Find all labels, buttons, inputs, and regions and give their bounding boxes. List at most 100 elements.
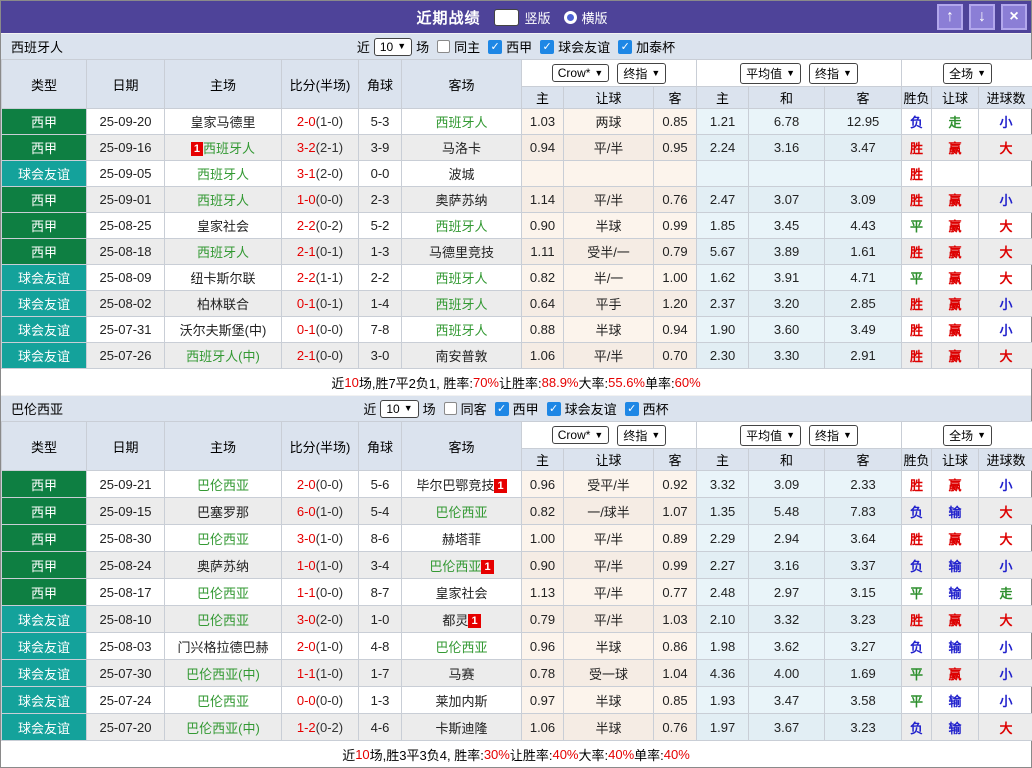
home-team-cell[interactable]: 巴伦西亚(中) [165, 660, 282, 687]
home-team-cell[interactable]: 巴伦西亚 [165, 579, 282, 606]
away-team-cell[interactable]: 都灵1 [402, 606, 522, 633]
horizontal-layout-radio[interactable] [564, 11, 577, 24]
avg-draw: 3.47 [749, 687, 825, 714]
odds-handicap [564, 161, 654, 187]
checkbox-checked[interactable]: ✓ [488, 40, 502, 54]
checkbox-unchecked[interactable] [437, 40, 450, 53]
away-team-cell[interactable]: 巴伦西亚1 [402, 552, 522, 579]
away-team-cell[interactable]: 巴伦西亚 [402, 498, 522, 525]
average-final-select[interactable]: 终指▼ [809, 425, 858, 446]
team-name: 巴伦西亚 [197, 478, 249, 493]
away-team-cell[interactable]: 奥萨苏纳 [402, 187, 522, 213]
filters-bar: 近 10▼ 场 同客✓西甲✓球会友谊✓西杯 [363, 399, 668, 418]
home-team-cell[interactable]: 巴伦西亚 [165, 471, 282, 498]
home-team-cell[interactable]: 纽卡斯尔联 [165, 265, 282, 291]
corner-cell: 3-0 [359, 343, 402, 369]
score-cell: 3-1(2-0) [282, 161, 359, 187]
bookmaker-select[interactable]: Crow*▼ [552, 426, 610, 444]
away-team-cell[interactable]: 西班牙人 [402, 291, 522, 317]
filter-label: 西甲 [513, 399, 539, 418]
filter-label: 同客 [461, 399, 487, 418]
team-name: 南安普敦 [435, 349, 487, 364]
away-team-cell[interactable]: 南安普敦 [402, 343, 522, 369]
col-away-header: 客场 [402, 422, 522, 471]
match-row: 西甲25-08-30巴伦西亚3-0(1-0)8-6赫塔菲1.00平/半0.892… [2, 525, 1032, 552]
home-team-cell[interactable]: 巴伦西亚 [165, 606, 282, 633]
fulltime-score: 3-0 [297, 531, 316, 546]
date-cell: 25-08-17 [87, 579, 165, 606]
close-button[interactable]: × [1001, 4, 1027, 30]
home-team-cell[interactable]: 1西班牙人 [165, 135, 282, 161]
away-team-cell[interactable]: 巴伦西亚 [402, 633, 522, 660]
avg-home-header: 主 [697, 449, 749, 471]
result-goals: 大 [979, 239, 1032, 265]
average-select[interactable]: 平均值▼ [740, 425, 801, 446]
match-count-select[interactable]: 10▼ [374, 38, 412, 56]
summary-stat-value: 10 [355, 747, 369, 762]
chevron-down-icon: ▼ [977, 431, 986, 440]
vertical-layout-radio[interactable] [494, 9, 519, 26]
section-header-espanyol: 西班牙人 近 10▼ 场 同主✓西甲✓球会友谊✓加泰杯 [1, 33, 1031, 59]
horizontal-layout-label[interactable]: 横版 [582, 8, 608, 27]
handicap-final-select[interactable]: 终指▼ [617, 63, 666, 84]
away-team-cell[interactable]: 马德里竞技 [402, 239, 522, 265]
away-team-cell[interactable]: 莱加内斯 [402, 687, 522, 714]
match-type-badge: 球会友谊 [2, 714, 87, 741]
checkbox-checked[interactable]: ✓ [618, 40, 632, 54]
scope-select[interactable]: 全场▼ [943, 425, 992, 446]
scope-select[interactable]: 全场▼ [943, 63, 992, 84]
home-team-cell[interactable]: 柏林联合 [165, 291, 282, 317]
vertical-layout-label[interactable]: 竖版 [524, 8, 550, 27]
summary-text: 大率: [579, 373, 609, 392]
result-winlose: 胜 [902, 161, 932, 187]
odds-home: 1.06 [522, 343, 564, 369]
home-team-cell[interactable]: 门兴格拉德巴赫 [165, 633, 282, 660]
home-team-cell[interactable]: 皇家马德里 [165, 109, 282, 135]
handicap-final-select[interactable]: 终指▼ [617, 425, 666, 446]
avg-draw: 5.48 [749, 498, 825, 525]
away-team-cell[interactable]: 西班牙人 [402, 265, 522, 291]
title-bar: 近期战绩 竖版 横版 ↑ ↓ × [1, 1, 1031, 33]
away-team-cell[interactable]: 波城 [402, 161, 522, 187]
corner-cell: 1-3 [359, 239, 402, 265]
filter-label: 同主 [454, 37, 480, 56]
avg-home: 3.32 [697, 471, 749, 498]
away-team-cell[interactable]: 西班牙人 [402, 317, 522, 343]
result-goals: 大 [979, 265, 1032, 291]
checkbox-checked[interactable]: ✓ [540, 40, 554, 54]
away-team-cell[interactable]: 西班牙人 [402, 109, 522, 135]
home-team-cell[interactable]: 西班牙人(中) [165, 343, 282, 369]
home-team-cell[interactable]: 巴伦西亚 [165, 687, 282, 714]
move-down-button[interactable]: ↓ [969, 4, 995, 30]
home-team-cell[interactable]: 巴伦西亚 [165, 525, 282, 552]
home-team-cell[interactable]: 奥萨苏纳 [165, 552, 282, 579]
average-final-select[interactable]: 终指▼ [809, 63, 858, 84]
away-team-cell[interactable]: 毕尔巴鄂竞技1 [402, 471, 522, 498]
home-team-cell[interactable]: 巴塞罗那 [165, 498, 282, 525]
team-name: 巴伦西亚 [197, 532, 249, 547]
home-team-cell[interactable]: 沃尔夫斯堡(中) [165, 317, 282, 343]
home-team-cell[interactable]: 西班牙人 [165, 187, 282, 213]
average-select[interactable]: 平均值▼ [740, 63, 801, 84]
away-team-cell[interactable]: 赫塔菲 [402, 525, 522, 552]
checkbox-checked[interactable]: ✓ [625, 402, 639, 416]
match-count-select[interactable]: 10▼ [380, 400, 418, 418]
move-up-button[interactable]: ↑ [937, 4, 963, 30]
away-team-cell[interactable]: 皇家社会 [402, 579, 522, 606]
away-team-cell[interactable]: 马洛卡 [402, 135, 522, 161]
fulltime-score: 1-2 [297, 720, 316, 735]
checkbox-checked[interactable]: ✓ [495, 402, 509, 416]
away-team-cell[interactable]: 西班牙人 [402, 213, 522, 239]
away-team-cell[interactable]: 马赛 [402, 660, 522, 687]
home-team-cell[interactable]: 西班牙人 [165, 239, 282, 265]
home-team-cell[interactable]: 皇家社会 [165, 213, 282, 239]
espanyol-results-table: 类型 日期 主场 比分(半场) 角球 客场 Crow*▼ 终指▼ 平均值▼ 终指… [1, 59, 1032, 369]
checkbox-unchecked[interactable] [444, 402, 457, 415]
home-team-cell[interactable]: 巴伦西亚(中) [165, 714, 282, 741]
let-away-header: 客 [654, 87, 697, 109]
checkbox-checked[interactable]: ✓ [547, 402, 561, 416]
away-team-cell[interactable]: 卡斯迪隆 [402, 714, 522, 741]
bookmaker-select[interactable]: Crow*▼ [552, 64, 610, 82]
team-name: 西班牙人 [435, 219, 487, 234]
home-team-cell[interactable]: 西班牙人 [165, 161, 282, 187]
